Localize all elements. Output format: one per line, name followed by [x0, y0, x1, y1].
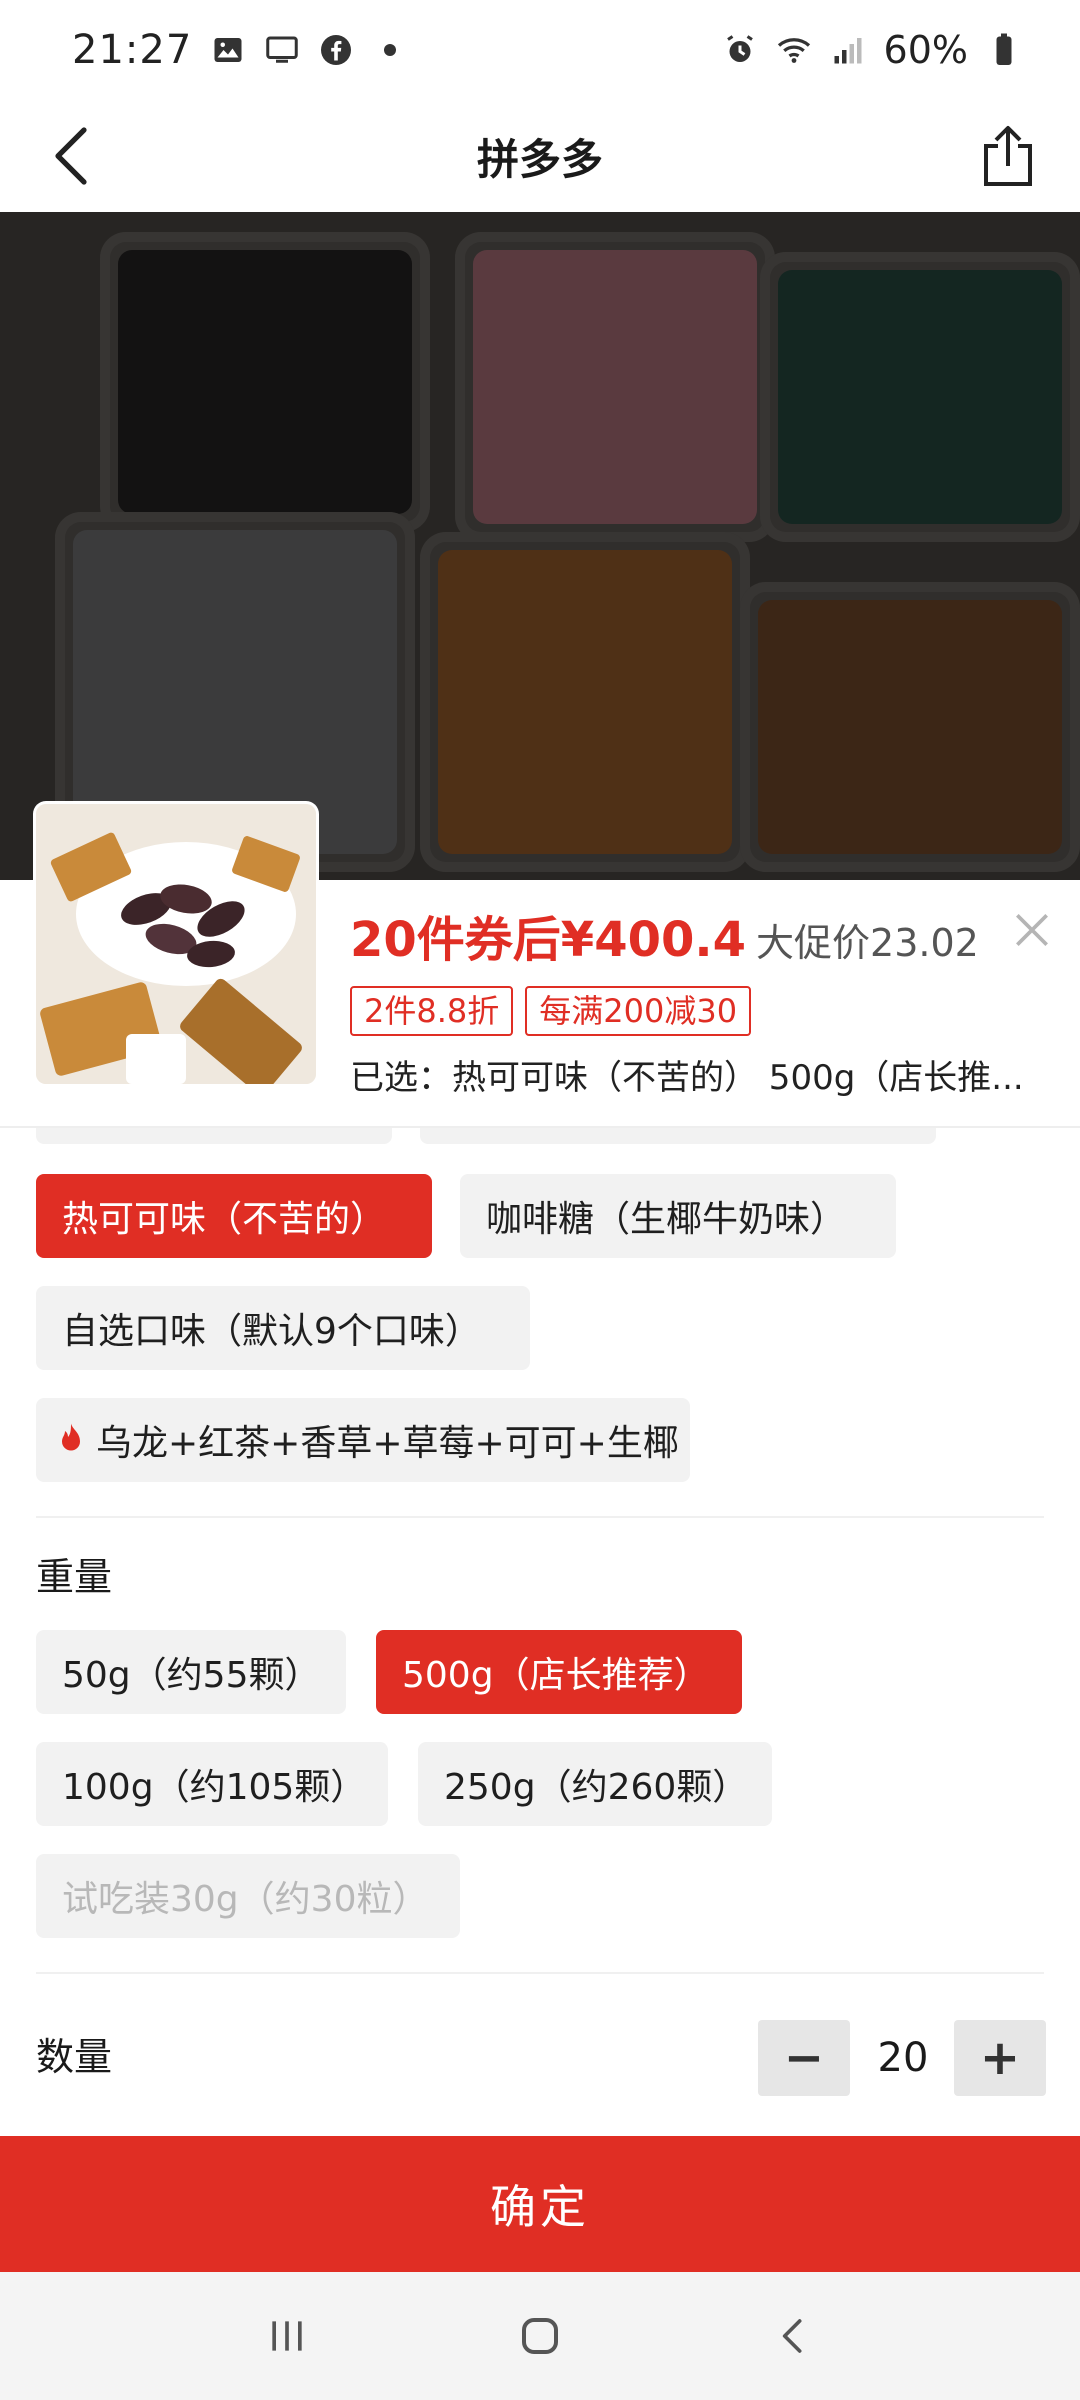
confirm-button[interactable]: 确定	[0, 2136, 1080, 2272]
top-navigation: 拼多多	[0, 100, 1080, 212]
battery-icon	[986, 32, 1022, 68]
page-title: 拼多多	[476, 134, 603, 184]
weight-option-label: 500g（店长推荐）	[402, 1655, 710, 1696]
divider	[36, 1972, 1044, 1974]
system-navigation-bar	[0, 2272, 1080, 2400]
flavor-option-label: 咖啡糖（生椰牛奶味）	[486, 1199, 847, 1240]
close-icon	[1016, 914, 1048, 946]
selected-summary: 已选：热可可味（不苦的） 500g（店长推...	[350, 1058, 1024, 1098]
scrolled-chip[interactable]	[420, 1128, 936, 1144]
status-left: 21:27	[72, 27, 408, 73]
signal-icon	[830, 32, 866, 68]
recent-apps-button[interactable]	[247, 2296, 327, 2376]
weight-option[interactable]: 50g（约55颗）	[36, 1630, 346, 1714]
image-icon	[210, 32, 246, 68]
wifi-icon	[776, 32, 812, 68]
coupon-price: 20件券后¥400.4	[350, 912, 747, 968]
status-bar: 21:27 60%	[0, 0, 1080, 100]
quantity-decrease-button[interactable]: −	[758, 2020, 850, 2096]
share-button[interactable]	[966, 114, 1050, 198]
promo-tags: 2件8.8折 每满200减30	[350, 986, 752, 1036]
quantity-value[interactable]: 20	[852, 2020, 954, 2096]
flavor-option[interactable]: 咖啡糖（生椰牛奶味）	[460, 1174, 896, 1258]
product-thumbnail	[36, 804, 316, 1084]
weight-option-label: 试吃装30g（约30粒）	[62, 1879, 429, 1920]
weight-option[interactable]: 250g（约260颗）	[418, 1742, 772, 1826]
discount-tag: 每满200减30	[525, 986, 752, 1036]
flavor-option[interactable]: 热可可味（不苦的）	[36, 1174, 432, 1258]
status-time: 21:27	[72, 27, 193, 73]
home-icon	[521, 2318, 558, 2354]
recent-apps-icon	[271, 2321, 302, 2351]
flavor-option-label: 乌龙+红茶+香草+草莓+可可+生椰	[96, 1423, 679, 1464]
quantity-increase-button[interactable]: +	[954, 2020, 1046, 2096]
facebook-icon	[318, 32, 354, 68]
screen-icon	[264, 32, 300, 68]
product-image-backdrop[interactable]	[0, 212, 1080, 880]
weight-section-title: 重量	[36, 1555, 113, 1599]
flavor-option-label: 热可可味（不苦的）	[62, 1199, 387, 1240]
weight-option[interactable]: 100g（约105颗）	[36, 1742, 388, 1826]
chevron-left-icon	[55, 127, 87, 185]
back-button[interactable]	[30, 114, 114, 198]
weight-option-label: 100g（约105颗）	[62, 1767, 367, 1808]
back-icon	[783, 2319, 802, 2353]
discount-tag: 2件8.8折	[350, 986, 514, 1036]
scrolled-chip[interactable]	[36, 1128, 392, 1144]
flavor-option-label: 自选口味（默认9个口味）	[62, 1311, 481, 1352]
home-button[interactable]	[500, 2296, 580, 2376]
price-line: 20件券后¥400.4 大促价23.02	[350, 900, 979, 968]
promo-price: 大促价23.02	[756, 921, 979, 965]
flavor-option[interactable]: 自选口味（默认9个口味）	[36, 1286, 530, 1370]
weight-option-disabled: 试吃装30g（约30粒）	[36, 1854, 460, 1938]
alarm-icon	[722, 32, 758, 68]
weight-option[interactable]: 500g（店长推荐）	[376, 1630, 742, 1714]
status-right: 60%	[722, 28, 1022, 72]
flavor-option[interactable]: 乌龙+红茶+香草+草莓+可可+生椰	[36, 1398, 690, 1482]
dot-icon	[372, 32, 408, 68]
dim-overlay[interactable]	[0, 212, 1080, 880]
battery-percent: 60%	[883, 28, 968, 72]
weight-option-label: 50g（约55颗）	[62, 1655, 321, 1696]
quantity-label: 数量	[36, 2035, 113, 2079]
fire-icon	[56, 1422, 86, 1458]
share-icon	[984, 126, 1032, 186]
close-button[interactable]	[1002, 900, 1062, 960]
system-back-button[interactable]	[753, 2296, 833, 2376]
weight-option-label: 250g（约260颗）	[444, 1767, 749, 1808]
divider	[36, 1516, 1044, 1518]
